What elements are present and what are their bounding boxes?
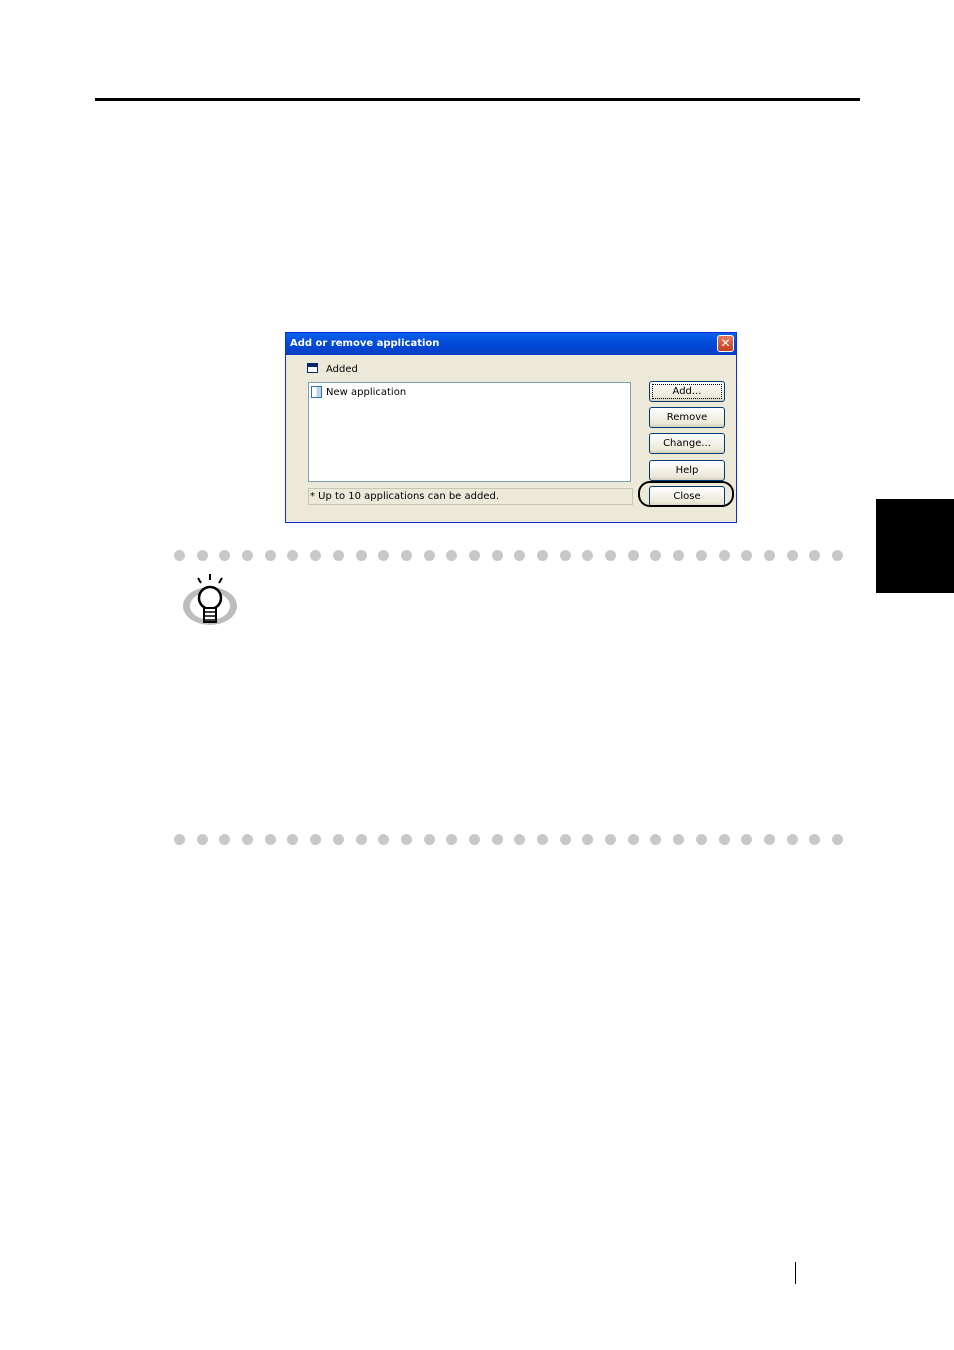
divider-dot	[400, 834, 412, 845]
divider-dot	[605, 834, 617, 845]
divider-dot	[514, 834, 526, 845]
divider-dot	[491, 550, 503, 561]
divider-dot	[174, 550, 185, 561]
divider-dot	[219, 834, 231, 845]
divider-dot	[514, 550, 526, 561]
divider-dot	[310, 550, 322, 561]
divider-dot	[196, 834, 208, 845]
divider-dot	[627, 834, 639, 845]
divider-dot	[718, 834, 730, 845]
divider-dot	[809, 834, 821, 845]
divider-dot	[786, 834, 798, 845]
divider-dot	[559, 834, 571, 845]
divider-dot	[446, 834, 458, 845]
divider-dot	[242, 550, 254, 561]
divider-dot	[559, 550, 571, 561]
hint-top-divider	[174, 550, 855, 561]
lightbulb-icon	[183, 574, 237, 625]
divider-dot	[219, 550, 231, 561]
divider-dot	[741, 550, 753, 561]
divider-dot	[582, 550, 594, 561]
divider-dot	[378, 550, 390, 561]
application-list[interactable]: New application	[308, 382, 631, 482]
divider-dot	[264, 834, 276, 845]
divider-dot	[582, 834, 594, 845]
close-button-highlight	[638, 481, 734, 507]
divider-dot	[491, 834, 503, 845]
header-rule	[95, 98, 860, 101]
divider-dot	[196, 550, 208, 561]
application-icon	[311, 386, 322, 398]
divider-dot	[718, 550, 730, 561]
close-icon[interactable]: ✕	[717, 335, 734, 352]
add-remove-application-dialog: Add or remove application ✕ Added New ap…	[285, 332, 737, 523]
divider-dot	[627, 550, 639, 561]
divider-dot	[537, 550, 548, 561]
divider-dot	[831, 834, 843, 845]
divider-dot	[673, 834, 685, 845]
add-button[interactable]: Add...	[649, 381, 725, 402]
divider-dot	[423, 834, 435, 845]
list-item[interactable]: New application	[311, 385, 406, 399]
divider-dot	[673, 550, 685, 561]
hint-bottom-divider	[174, 834, 855, 845]
dialog-title: Add or remove application	[290, 338, 440, 349]
chapter-tab	[876, 499, 954, 593]
divider-dot	[264, 550, 276, 561]
divider-dot	[310, 834, 322, 845]
divider-dot	[332, 550, 344, 561]
divider-dot	[831, 550, 843, 561]
divider-dot	[650, 834, 662, 845]
help-button[interactable]: Help	[649, 460, 725, 481]
divider-dot	[174, 834, 185, 845]
divider-dot	[650, 550, 662, 561]
divider-dot	[809, 550, 821, 561]
divider-dot	[287, 550, 299, 561]
divider-dot	[537, 834, 548, 845]
divider-dot	[355, 834, 367, 845]
added-group-label: Added	[326, 364, 358, 375]
dialog-titlebar[interactable]: Add or remove application ✕	[286, 333, 736, 355]
divider-dot	[378, 834, 390, 845]
divider-dot	[763, 834, 775, 845]
list-item-label: New application	[326, 386, 407, 398]
change-button[interactable]: Change...	[649, 433, 725, 454]
divider-dot	[605, 550, 617, 561]
divider-dot	[468, 834, 480, 845]
divider-dot	[741, 834, 753, 845]
divider-dot	[468, 550, 480, 561]
divider-dot	[446, 550, 458, 561]
divider-dot	[400, 550, 412, 561]
divider-dot	[695, 550, 707, 561]
applications-limit-note: * Up to 10 applications can be added.	[308, 488, 633, 505]
page-number-rule	[795, 1262, 796, 1284]
window-icon	[307, 363, 318, 373]
divider-dot	[355, 550, 367, 561]
divider-dot	[763, 550, 775, 561]
divider-dot	[423, 550, 435, 561]
divider-dot	[695, 834, 707, 845]
divider-dot	[242, 834, 254, 845]
divider-dot	[786, 550, 798, 561]
divider-dot	[287, 834, 299, 845]
remove-button[interactable]: Remove	[649, 407, 725, 428]
divider-dot	[332, 834, 344, 845]
